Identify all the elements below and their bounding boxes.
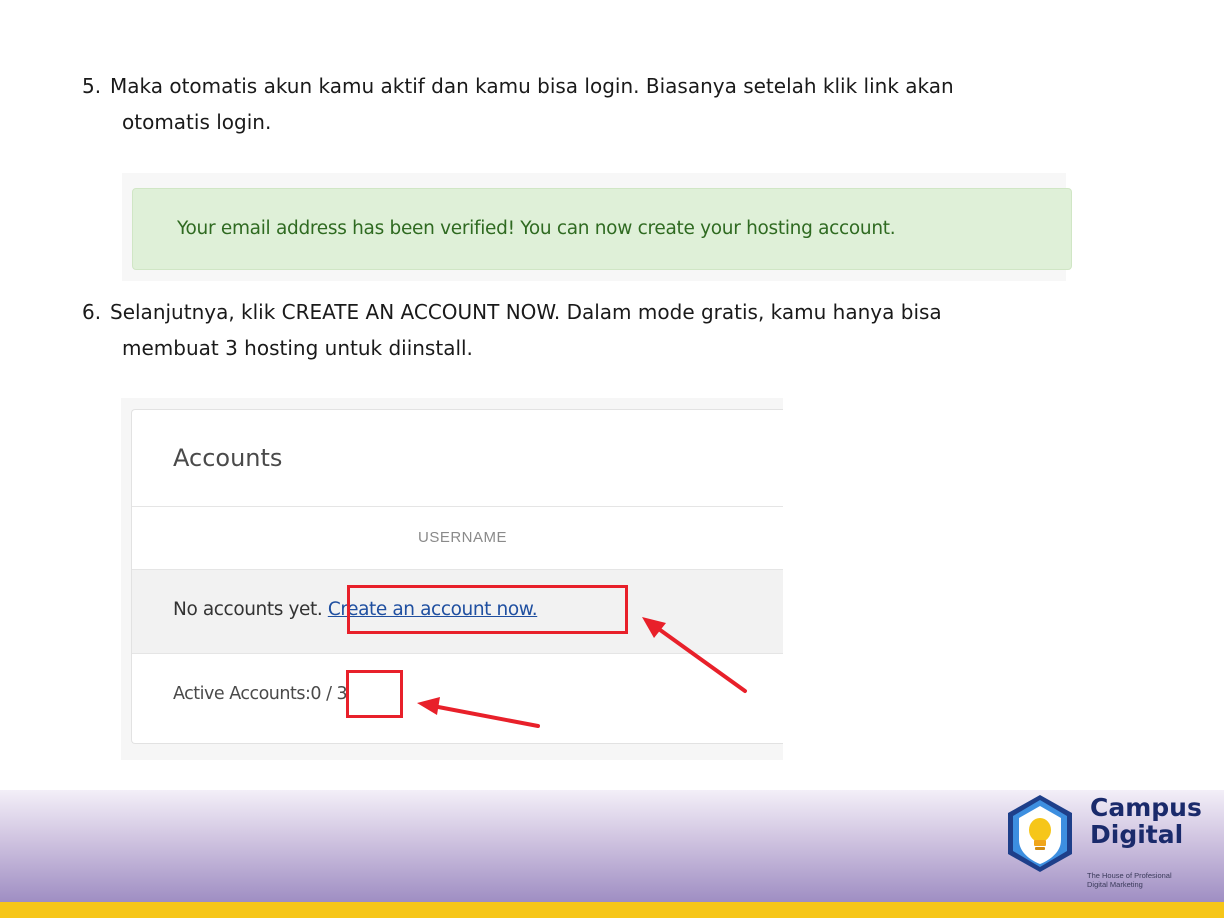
lightbulb-shield-icon — [1008, 795, 1072, 872]
logo-word-digital: Digital — [1090, 820, 1184, 849]
logo-wordmark: Campus Digital — [1090, 794, 1202, 848]
arrow-to-create-link — [642, 617, 747, 693]
logo-tagline: The House of Profesional Digital Marketi… — [1087, 871, 1172, 889]
logo-tagline-line2: Digital Marketing — [1087, 879, 1143, 889]
footer-accent-bar — [0, 902, 1224, 918]
logo-word-campus: Campus — [1090, 793, 1202, 822]
arrow-to-active-count — [417, 697, 540, 728]
campus-digital-logo: Campus Digital The House of Profesional … — [1004, 794, 1204, 898]
annotation-arrows — [417, 617, 747, 728]
